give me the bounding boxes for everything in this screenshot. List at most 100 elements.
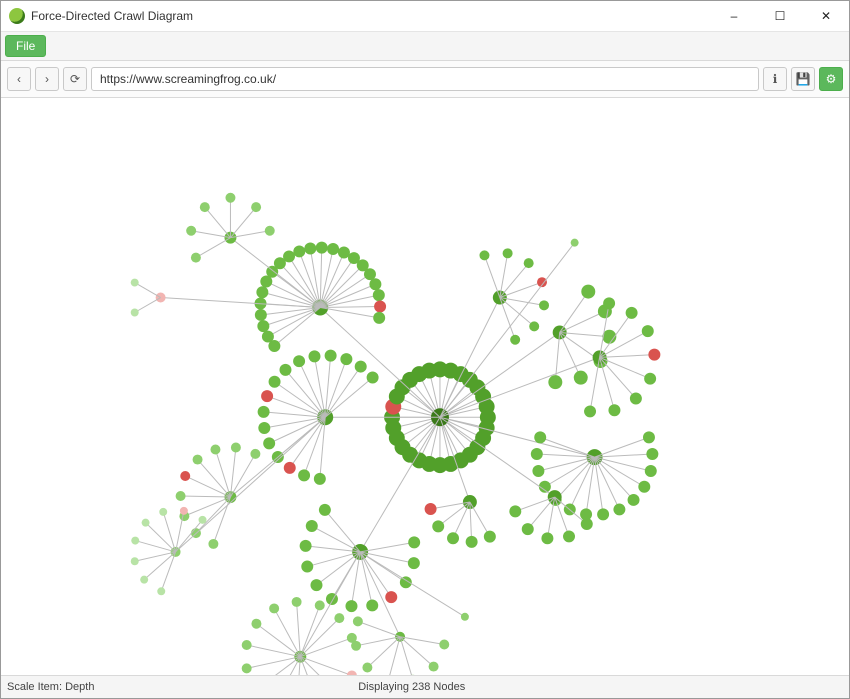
graph-node[interactable]	[283, 250, 295, 262]
graph-node[interactable]	[642, 325, 654, 337]
graph-node[interactable]	[157, 587, 165, 595]
graph-node[interactable]	[131, 557, 139, 565]
graph-node[interactable]	[355, 361, 367, 373]
graph-node[interactable]	[548, 375, 562, 389]
graph-node[interactable]	[479, 399, 495, 415]
graph-node[interactable]	[258, 406, 270, 418]
graph-node[interactable]	[293, 355, 305, 367]
graph-node[interactable]	[269, 376, 281, 388]
graph-node[interactable]	[131, 309, 139, 317]
graph-node[interactable]	[345, 600, 357, 612]
graph-node[interactable]	[461, 613, 469, 621]
back-button[interactable]: ‹	[7, 67, 31, 91]
graph-node[interactable]	[374, 301, 386, 313]
refresh-button[interactable]: ⟳	[63, 67, 87, 91]
graph-node[interactable]	[319, 504, 331, 516]
graph-node[interactable]	[334, 613, 344, 623]
graph-node[interactable]	[180, 507, 188, 515]
graph-node[interactable]	[466, 536, 478, 548]
graph-node[interactable]	[645, 465, 657, 477]
graph-node[interactable]	[522, 523, 534, 535]
graph-node[interactable]	[186, 226, 196, 236]
graph-node[interactable]	[306, 520, 318, 532]
graph-node[interactable]	[351, 641, 361, 651]
graph-node[interactable]	[176, 491, 186, 501]
graph-node[interactable]	[256, 286, 268, 298]
graph-node[interactable]	[425, 503, 437, 515]
graph-node[interactable]	[626, 307, 638, 319]
graph-node[interactable]	[293, 245, 305, 257]
graph-node[interactable]	[510, 335, 520, 345]
graph-node[interactable]	[242, 663, 252, 673]
graph-node[interactable]	[534, 431, 546, 443]
graph-node[interactable]	[325, 350, 337, 362]
graph-node[interactable]	[367, 372, 379, 384]
graph-node[interactable]	[353, 616, 363, 626]
forward-button[interactable]: ›	[35, 67, 59, 91]
graph-node[interactable]	[340, 353, 352, 365]
graph-node[interactable]	[628, 494, 640, 506]
graph-node[interactable]	[261, 390, 273, 402]
graph-node[interactable]	[193, 455, 203, 465]
graph-node[interactable]	[439, 640, 449, 650]
graph-node[interactable]	[581, 285, 595, 299]
graph-node[interactable]	[432, 520, 444, 532]
graph-node[interactable]	[447, 532, 459, 544]
graph-node[interactable]	[648, 349, 660, 361]
graph-node[interactable]	[369, 278, 381, 290]
graph-node[interactable]	[503, 248, 513, 258]
graph-node[interactable]	[262, 331, 274, 343]
graph-node[interactable]	[643, 431, 655, 443]
graph-node[interactable]	[231, 442, 241, 452]
graph-node[interactable]	[199, 516, 207, 524]
graph-node[interactable]	[603, 297, 615, 309]
minimize-button[interactable]: –	[711, 1, 757, 31]
graph-node[interactable]	[140, 576, 148, 584]
graph-node[interactable]	[581, 518, 593, 530]
graph-node[interactable]	[646, 448, 658, 460]
graph-node[interactable]	[131, 279, 139, 287]
graph-node[interactable]	[298, 469, 310, 481]
graph-node[interactable]	[255, 309, 267, 321]
save-button[interactable]: 💾	[791, 67, 815, 91]
graph-node[interactable]	[251, 202, 261, 212]
graph-node[interactable]	[373, 312, 385, 324]
graph-node[interactable]	[539, 300, 549, 310]
info-button[interactable]: ℹ	[763, 67, 787, 91]
graph-node[interactable]	[347, 670, 357, 675]
graph-node[interactable]	[479, 250, 489, 260]
graph-node[interactable]	[364, 268, 376, 280]
graph-node[interactable]	[251, 619, 261, 629]
graph-node[interactable]	[644, 373, 656, 385]
graph-node[interactable]	[385, 591, 397, 603]
graph-node[interactable]	[300, 540, 312, 552]
graph-node[interactable]	[524, 258, 534, 268]
graph-node[interactable]	[210, 444, 220, 454]
graph-node[interactable]	[574, 371, 588, 385]
graph-node[interactable]	[509, 505, 521, 517]
graph-node[interactable]	[257, 320, 269, 332]
graph-node[interactable]	[142, 519, 150, 527]
graph-node[interactable]	[310, 579, 322, 591]
graph-node[interactable]	[279, 364, 291, 376]
graph-node[interactable]	[242, 640, 252, 650]
graph-node[interactable]	[263, 437, 275, 449]
graph-node[interactable]	[316, 242, 328, 254]
maximize-button[interactable]: ☐	[757, 1, 803, 31]
graph-node[interactable]	[408, 557, 420, 569]
graph-node[interactable]	[191, 253, 201, 263]
graph-node[interactable]	[159, 508, 167, 516]
graph-node[interactable]	[529, 321, 539, 331]
graph-node[interactable]	[269, 603, 279, 613]
graph-node[interactable]	[584, 405, 596, 417]
graph-node[interactable]	[309, 350, 321, 362]
graph-node[interactable]	[571, 239, 579, 247]
graph-node[interactable]	[292, 597, 302, 607]
graph-node[interactable]	[314, 473, 326, 485]
graph-node[interactable]	[180, 471, 190, 481]
graph-node[interactable]	[250, 449, 260, 459]
graph-node[interactable]	[301, 561, 313, 573]
url-input[interactable]	[91, 67, 759, 91]
graph-node[interactable]	[638, 481, 650, 493]
graph-node[interactable]	[225, 193, 235, 203]
